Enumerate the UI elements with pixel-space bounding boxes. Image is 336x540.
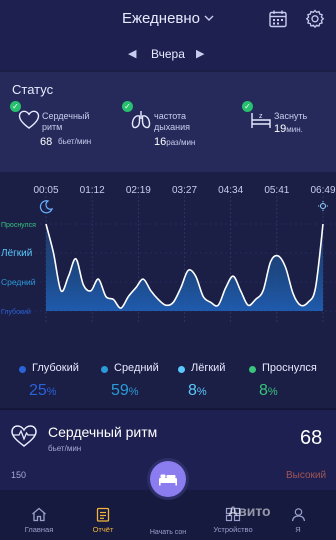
chevron-down-icon <box>204 15 214 21</box>
day-label: Вчера <box>151 47 185 61</box>
heartbeat-icon <box>11 425 37 447</box>
breath-rate-label: частота дыхания <box>154 111 190 132</box>
watermark-logo: Авито <box>228 503 271 519</box>
check-icon: ✓ <box>10 101 21 112</box>
bed-icon <box>159 474 177 486</box>
time-tick-label: 00:05 <box>33 185 58 196</box>
check-icon: ✓ <box>242 101 253 112</box>
lungs-icon <box>131 111 151 129</box>
bed-icon: z <box>251 113 271 128</box>
nav-home[interactable]: Главная <box>24 507 54 534</box>
sleep-stage-chart: 00:05 01:12 02:19 03:27 04:34 05:41 06:49 Просн… <box>0 172 336 352</box>
heart-rate-unit-label: бьет/мин <box>48 444 82 453</box>
time-tick-label: 06:49 <box>310 185 335 196</box>
breath-rate-value: 16 <box>154 136 167 148</box>
heart-icon <box>18 110 40 129</box>
time-tick-label: 04:34 <box>218 185 243 196</box>
heart-rate-value: 68 <box>40 136 53 148</box>
breath-rate-unit: раз/мин <box>166 138 196 147</box>
prev-day-button[interactable]: ◀ <box>128 47 136 60</box>
nav-me[interactable]: Я <box>288 507 308 534</box>
time-tick-label: 01:12 <box>80 185 105 196</box>
home-icon <box>32 507 46 522</box>
stage-label: Глубокий <box>1 308 31 316</box>
legend-dot <box>19 366 26 373</box>
sleep-chart-svg: 00:05 01:12 02:19 03:27 04:34 05:41 06:49 Просн… <box>0 185 336 322</box>
calendar-icon[interactable] <box>268 9 288 29</box>
period-dropdown[interactable]: Ежедневно <box>122 10 214 27</box>
stage-label: Проснулся <box>1 222 36 229</box>
legend-dot <box>101 366 108 373</box>
fall-asleep-unit: мин. <box>286 125 303 134</box>
fall-asleep-label: Заснуть <box>274 111 308 121</box>
moon-icon <box>39 200 54 214</box>
status-panel: Статус ✓ Сердечный ритм 68 бьет/мин ✓ ча… <box>0 72 336 172</box>
time-tick-label: 05:41 <box>264 185 289 196</box>
stage-label: Лёгкий <box>1 248 32 259</box>
report-icon <box>96 507 110 522</box>
sleep-legend: Глубокий 25% Средний 59% Лёгкий 8% Просн… <box>0 356 336 406</box>
stage-label: Средний <box>1 277 36 287</box>
check-icon: ✓ <box>122 101 133 112</box>
heart-rate-high-label: Высокий <box>286 470 327 481</box>
day-selector: ◀ Вчера ▶ <box>0 40 336 70</box>
next-day-button[interactable]: ▶ <box>196 47 204 60</box>
nav-report[interactable]: Отчёт <box>88 507 118 534</box>
time-tick-label: 02:19 <box>126 185 151 196</box>
heart-rate-label: Сердечный ритм <box>42 111 90 132</box>
start-sleep-label: Начать сон <box>149 529 187 536</box>
start-sleep-button[interactable] <box>150 461 186 497</box>
heart-rate-axis-top: 150 <box>11 470 27 480</box>
heart-rate-big-value: 68 <box>300 427 323 449</box>
time-tick-label: 03:27 <box>172 185 197 196</box>
svg-text:z: z <box>259 113 263 120</box>
heart-rate-title: Сердечный ритм <box>48 424 158 440</box>
fall-asleep-value: 19 <box>274 123 287 135</box>
legend-dot <box>249 366 256 373</box>
user-icon <box>291 508 305 522</box>
status-title: Статус <box>12 82 54 97</box>
legend-dot <box>178 366 185 373</box>
gear-icon[interactable] <box>305 9 325 29</box>
heart-rate-unit: бьет/мин <box>58 137 92 146</box>
period-label: Ежедневно <box>122 10 201 27</box>
app-header: Ежедневно <box>0 0 336 40</box>
